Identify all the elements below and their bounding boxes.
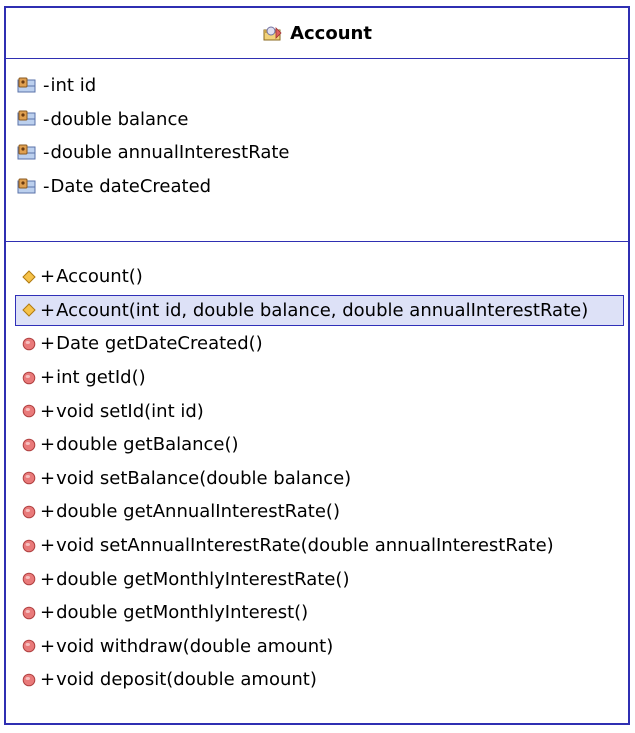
visibility-marker: + bbox=[40, 266, 56, 288]
field-row[interactable]: - Date dateCreated bbox=[6, 170, 628, 204]
constructor-row[interactable]: + Account(int id, double balance, double … bbox=[6, 294, 628, 328]
visibility-marker: + bbox=[40, 400, 56, 422]
visibility-marker: + bbox=[40, 367, 56, 389]
methods-compartment: + Account() + Account(int id, double balanc… bbox=[6, 242, 628, 697]
visibility-marker: - bbox=[43, 142, 50, 164]
method-row[interactable]: + void withdraw(double amount) bbox=[6, 630, 628, 664]
method-row[interactable]: + void setAnnualInterestRate(double annua… bbox=[6, 529, 628, 563]
method-label: void setAnnualInterestRate(double annual… bbox=[56, 535, 554, 557]
method-label: Account(int id, double balance, double a… bbox=[56, 299, 589, 321]
field-icon bbox=[17, 77, 36, 93]
method-row[interactable]: + void setId(int id) bbox=[6, 394, 628, 428]
method-row[interactable]: + void setBalance(double balance) bbox=[6, 462, 628, 496]
fields-compartment: - int id - double balance - double annualInte… bbox=[6, 59, 628, 242]
method-label: void deposit(double amount) bbox=[56, 669, 317, 691]
field-icon bbox=[17, 178, 36, 194]
method-icon bbox=[22, 673, 36, 687]
method-label: void setBalance(double balance) bbox=[56, 467, 352, 489]
visibility-marker: + bbox=[40, 568, 56, 590]
visibility-marker: + bbox=[40, 535, 56, 557]
method-icon bbox=[22, 640, 36, 653]
field-icon bbox=[17, 144, 36, 160]
visibility-marker: - bbox=[43, 176, 50, 198]
method-icon bbox=[22, 404, 36, 418]
method-label: Account() bbox=[56, 266, 143, 288]
class-header: Account bbox=[6, 8, 628, 59]
field-row[interactable]: - double balance bbox=[6, 103, 628, 137]
visibility-marker: - bbox=[43, 108, 50, 130]
visibility-marker: - bbox=[43, 75, 50, 97]
field-row[interactable]: - double annualInterestRate bbox=[6, 136, 628, 170]
method-icon bbox=[22, 572, 36, 586]
method-row[interactable]: + double getMonthlyInterestRate() bbox=[6, 562, 628, 596]
method-label: void setId(int id) bbox=[56, 400, 204, 422]
method-row[interactable]: + double getBalance() bbox=[6, 428, 628, 462]
method-icon bbox=[22, 371, 36, 384]
method-label: double getMonthlyInterestRate() bbox=[56, 568, 350, 590]
method-label: Date getDateCreated() bbox=[56, 333, 263, 355]
method-row[interactable]: + void deposit(double amount) bbox=[6, 663, 628, 697]
class-icon bbox=[263, 26, 282, 41]
visibility-marker: + bbox=[40, 467, 56, 489]
method-row[interactable]: + int getId() bbox=[6, 361, 628, 395]
visibility-marker: + bbox=[40, 635, 56, 657]
uml-class-box[interactable]: Account - int id - double balance - double an… bbox=[4, 6, 630, 725]
visibility-marker: + bbox=[40, 669, 56, 691]
method-label: double getMonthlyInterest() bbox=[56, 602, 309, 624]
method-icon bbox=[22, 472, 36, 485]
visibility-marker: + bbox=[40, 434, 56, 456]
field-label: double balance bbox=[50, 108, 189, 130]
field-label: Date dateCreated bbox=[50, 176, 212, 198]
field-row[interactable]: - int id bbox=[6, 69, 628, 103]
visibility-marker: + bbox=[40, 501, 56, 523]
method-icon bbox=[22, 337, 36, 351]
method-label: double getAnnualInterestRate() bbox=[56, 501, 340, 523]
method-icon bbox=[22, 539, 36, 552]
method-label: void withdraw(double amount) bbox=[56, 635, 334, 657]
constructor-icon bbox=[22, 303, 36, 318]
constructor-row[interactable]: + Account() bbox=[6, 260, 628, 294]
method-row[interactable]: + Date getDateCreated() bbox=[6, 327, 628, 361]
field-label: double annualInterestRate bbox=[50, 142, 290, 164]
method-row[interactable]: + double getAnnualInterestRate() bbox=[6, 495, 628, 529]
class-name: Account bbox=[290, 22, 372, 44]
method-row[interactable]: + double getMonthlyInterest() bbox=[6, 596, 628, 630]
visibility-marker: + bbox=[40, 299, 56, 321]
method-icon bbox=[22, 606, 36, 620]
method-icon bbox=[22, 438, 36, 452]
visibility-marker: + bbox=[40, 333, 56, 355]
method-icon bbox=[22, 505, 36, 519]
class-title: Account bbox=[262, 23, 372, 44]
visibility-marker: + bbox=[40, 602, 56, 624]
constructor-icon bbox=[22, 270, 36, 284]
field-icon bbox=[17, 110, 36, 126]
method-label: int getId() bbox=[56, 367, 146, 389]
method-label: double getBalance() bbox=[56, 434, 239, 456]
field-label: int id bbox=[50, 75, 97, 97]
